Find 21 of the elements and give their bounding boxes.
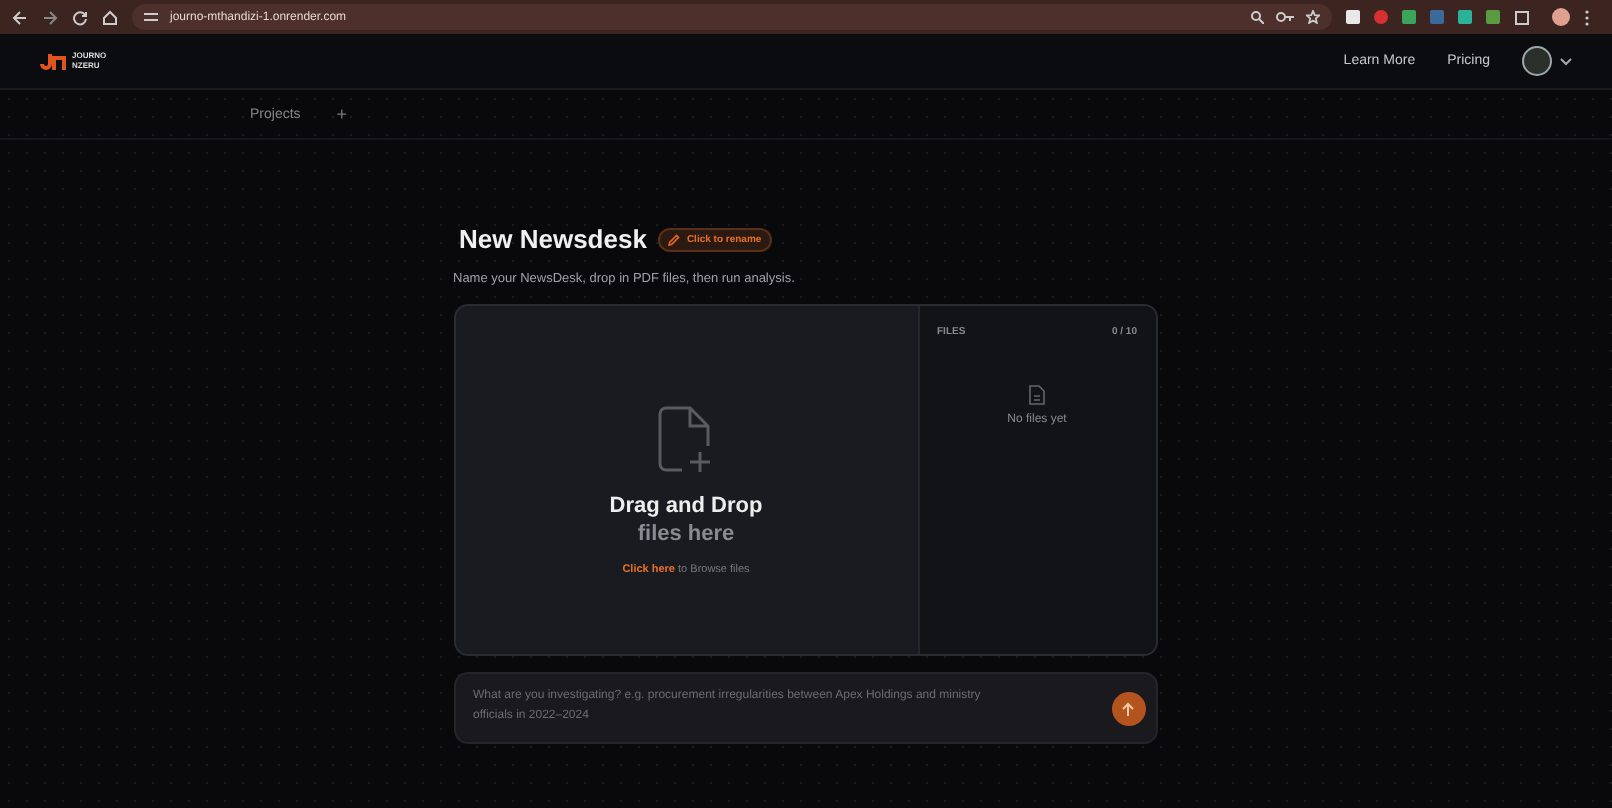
user-avatar[interactable] bbox=[1522, 46, 1552, 76]
file-add-icon bbox=[658, 405, 714, 473]
pencil-icon bbox=[668, 233, 681, 245]
back-icon[interactable] bbox=[12, 9, 28, 25]
arrow-up-icon bbox=[1122, 702, 1134, 716]
more-icon[interactable] bbox=[1584, 9, 1590, 25]
profile-avatar[interactable] bbox=[1552, 8, 1570, 26]
reload-icon[interactable] bbox=[72, 9, 88, 25]
newsdesk-title: New Newsdesk bbox=[459, 224, 647, 254]
drop-title: Drag and Drop bbox=[609, 493, 763, 517]
add-project-button[interactable]: + bbox=[336, 104, 348, 124]
logo-icon bbox=[40, 52, 68, 70]
chevron-down-icon[interactable] bbox=[1560, 57, 1572, 65]
forward-icon[interactable] bbox=[42, 9, 58, 25]
zoom-icon[interactable] bbox=[1250, 10, 1264, 24]
drop-subtitle: files here bbox=[637, 521, 735, 545]
key-icon[interactable] bbox=[1276, 10, 1294, 24]
site-settings-icon[interactable] bbox=[144, 10, 158, 24]
home-icon[interactable] bbox=[102, 9, 118, 25]
star-icon[interactable] bbox=[1306, 10, 1320, 24]
document-icon bbox=[1028, 384, 1046, 406]
